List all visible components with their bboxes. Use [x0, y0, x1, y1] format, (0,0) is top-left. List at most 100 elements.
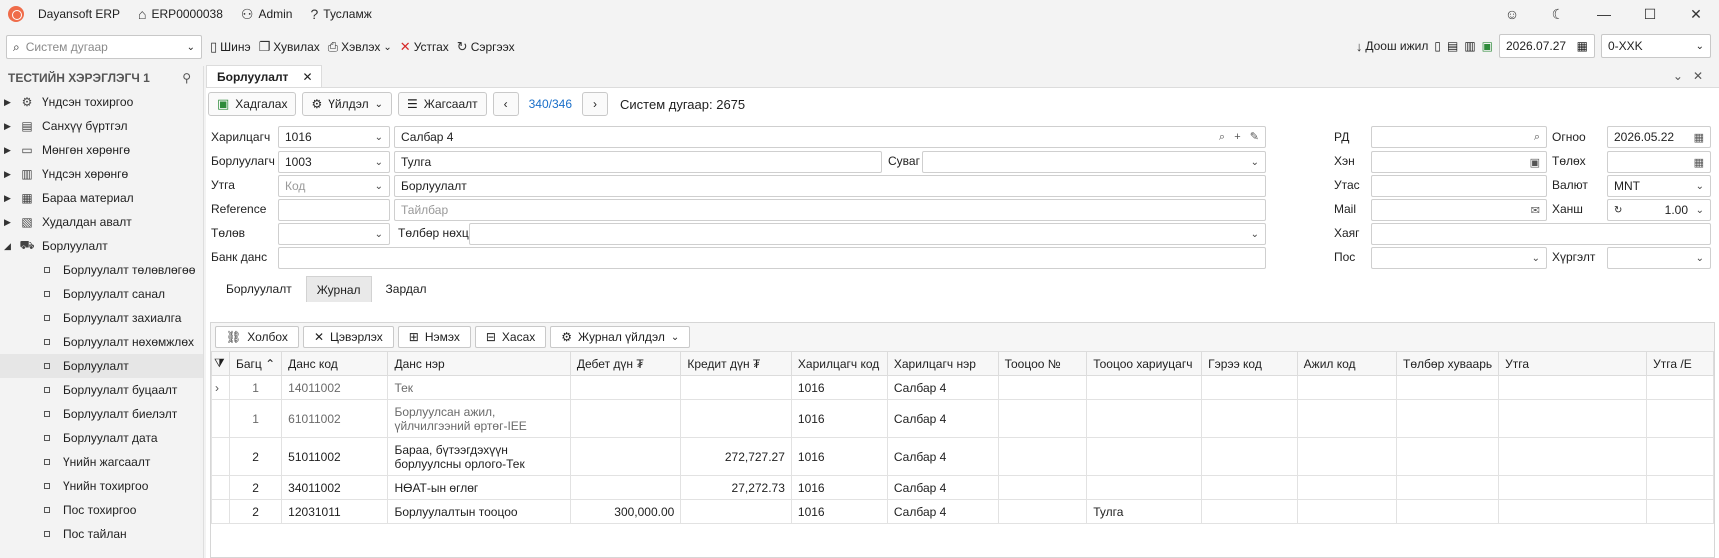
sidebar-subitem[interactable]: Пос тохиргоо	[0, 498, 203, 522]
save-button[interactable]: ▣ Хадгалах	[208, 92, 297, 116]
payterm-select[interactable]: ⌄	[469, 223, 1266, 245]
cell-customer-code[interactable]: 1016	[790, 399, 888, 438]
who-field[interactable]: ▣	[1371, 151, 1547, 173]
column-header[interactable]: Данс код	[281, 351, 389, 376]
delivery-select[interactable]: ⌄	[1607, 247, 1711, 269]
column-header[interactable]: Данс нэр	[387, 351, 571, 376]
cell-settlement-no[interactable]	[997, 375, 1088, 400]
sidebar-subitem[interactable]: Борлуулалт захиалга	[0, 306, 203, 330]
expand-icon[interactable]: ▶	[4, 169, 18, 180]
column-header[interactable]: Утга /E	[1646, 351, 1714, 376]
column-header[interactable]: Багц ⌃	[228, 351, 283, 376]
cell-batch[interactable]: 2	[228, 475, 283, 500]
document-icon[interactable]: ▯	[1434, 39, 1441, 53]
table-row[interactable]: › 1 14011002 Тек 1016 Салбар 4	[211, 375, 1714, 400]
cell-job[interactable]	[1296, 375, 1398, 400]
system-number-search[interactable]: ⌕ Систем дугаар ⌄	[6, 35, 202, 59]
cell-note-e[interactable]	[1646, 375, 1714, 400]
sidebar-item-finance[interactable]: ▶ ▤ Санхүү бүртгэл	[0, 114, 203, 138]
cell-customer-code[interactable]: 1016	[790, 475, 888, 500]
remove-button[interactable]: ⊟ Хасах	[474, 326, 547, 348]
cell-credit[interactable]: 27,272.73	[680, 475, 792, 500]
cell-credit[interactable]	[680, 375, 792, 400]
cell-contract[interactable]	[1201, 475, 1298, 500]
cell-job[interactable]	[1296, 399, 1398, 438]
description-field[interactable]: Тайлбар	[394, 199, 1266, 221]
refresh-button[interactable]: ↻ Сэргээх	[457, 39, 515, 55]
cell-credit[interactable]	[680, 399, 792, 438]
new-button[interactable]: ▯ Шинэ	[210, 39, 251, 55]
cell-batch[interactable]: 1	[228, 375, 283, 400]
cell-note[interactable]	[1498, 375, 1648, 400]
cell-debit[interactable]: 300,000.00	[569, 499, 682, 524]
cell-note[interactable]	[1498, 475, 1648, 500]
cell-debit[interactable]	[569, 437, 682, 476]
cell-customer-name[interactable]: Салбар 4	[886, 499, 999, 524]
user-menu[interactable]: ⚇ Admin	[241, 6, 293, 23]
cell-account-name[interactable]: Бараа, бүтээгдэхүүн борлуулсны орлого-Те…	[387, 437, 571, 476]
sidebar-item-fixed-assets[interactable]: ▶ ▥ Үндсэн хөрөнгө	[0, 162, 203, 186]
cell-job[interactable]	[1296, 437, 1398, 476]
cell-batch[interactable]: 2	[228, 499, 283, 524]
note-code-field[interactable]: Код ⌄	[278, 175, 390, 197]
company-link[interactable]: ⌂ ERP0000038	[138, 6, 223, 22]
sidebar-item-purchase[interactable]: ▶ ▧ Худалдан авалт	[0, 210, 203, 234]
cell-credit[interactable]: 272,727.27	[680, 437, 792, 476]
tab-expenses[interactable]: Зардал	[376, 276, 437, 302]
cash-register-icon[interactable]: ▣	[1482, 39, 1493, 53]
table-row[interactable]: 2 51011002 Бараа, бүтээгдэхүүн борлуулсн…	[211, 437, 1714, 476]
copy-button[interactable]: ❐ Хувилах	[259, 39, 320, 55]
phone-field[interactable]	[1371, 175, 1547, 197]
clipboard-icon[interactable]: ▤	[1447, 39, 1458, 53]
cell-contract[interactable]	[1201, 437, 1298, 476]
expand-icon[interactable]: ▶	[4, 217, 18, 228]
cell-job[interactable]	[1296, 499, 1398, 524]
cell-settlement-no[interactable]	[997, 475, 1088, 500]
cell-settlement-no[interactable]	[997, 499, 1088, 524]
cell-account-name[interactable]: Борлуулсан ажил, үйлчилгээний өртөг-IEE	[387, 399, 571, 438]
cell-settlement-no[interactable]	[997, 437, 1088, 476]
cell-customer-code[interactable]: 1016	[790, 437, 888, 476]
cell-customer-name[interactable]: Салбар 4	[886, 375, 999, 400]
column-header[interactable]: Кредит дүн ₮	[680, 351, 792, 376]
expand-icon[interactable]: ▶	[4, 121, 18, 132]
expand-icon[interactable]: ▶	[4, 145, 18, 156]
sidebar-subitem[interactable]: Пос тайлан	[0, 522, 203, 546]
cell-settlement-resp[interactable]: Тулга	[1086, 499, 1203, 524]
close-all-icon[interactable]: ✕	[1693, 69, 1713, 83]
cell-debit[interactable]	[569, 475, 682, 500]
cell-note[interactable]	[1498, 399, 1648, 438]
sidebar-item-sales[interactable]: ◢ ⛟ Борлуулалт	[0, 234, 203, 258]
seller-name-field[interactable]: Тулга	[394, 151, 882, 173]
rd-field[interactable]: ⌕	[1371, 126, 1547, 148]
copy-down-button[interactable]: ↓ Доош ижил	[1356, 39, 1429, 54]
rate-field[interactable]: ↻ 1.00 ⌄	[1607, 199, 1711, 221]
customer-name-field[interactable]: Салбар 4 ⌕ + ✎	[394, 126, 1266, 148]
cell-note-e[interactable]	[1646, 475, 1714, 500]
help-link[interactable]: ? Тусламж	[310, 6, 371, 22]
column-header[interactable]: Дебет дүн ₮	[569, 351, 682, 376]
cell-account-code[interactable]: 12031011	[281, 499, 389, 524]
date-field[interactable]: 2026.05.22 ▦	[1607, 126, 1711, 148]
cell-account-name[interactable]: Борлуулалтын тооцоо	[387, 499, 571, 524]
cell-schedule[interactable]	[1396, 437, 1500, 476]
list-button[interactable]: ☰ Жагсаалт	[398, 92, 487, 116]
cell-settlement-resp[interactable]	[1086, 475, 1203, 500]
cell-settlement-resp[interactable]	[1086, 399, 1203, 438]
cell-account-code[interactable]: 34011002	[281, 475, 389, 500]
sidebar-subitem[interactable]: Үнийн жагсаалт	[0, 450, 203, 474]
minimize-icon[interactable]: —	[1581, 6, 1627, 22]
pin-icon[interactable]: ⚲	[182, 71, 191, 85]
refresh-icon[interactable]: ↻	[1614, 205, 1622, 216]
table-row[interactable]: 2 34011002 НӨАТ-ын өглөг 27,272.73 1016 …	[211, 475, 1714, 500]
sidebar-subitem-active[interactable]: Борлуулалт	[0, 354, 203, 378]
customer-code-field[interactable]: 1016 ⌄	[278, 126, 390, 148]
table-row[interactable]: 2 12031011 Борлуулалтын тооцоо 300,000.0…	[211, 499, 1714, 524]
cell-note-e[interactable]	[1646, 399, 1714, 438]
clipboard-paste-icon[interactable]: ▥	[1464, 39, 1475, 53]
mail-field[interactable]: ✉	[1371, 199, 1547, 221]
sidebar-subitem[interactable]: Борлуулалт төлөвлөгөө	[0, 258, 203, 282]
cell-account-code[interactable]: 51011002	[281, 437, 389, 476]
column-header[interactable]: Гэрээ код	[1201, 351, 1298, 376]
cell-contract[interactable]	[1201, 375, 1298, 400]
